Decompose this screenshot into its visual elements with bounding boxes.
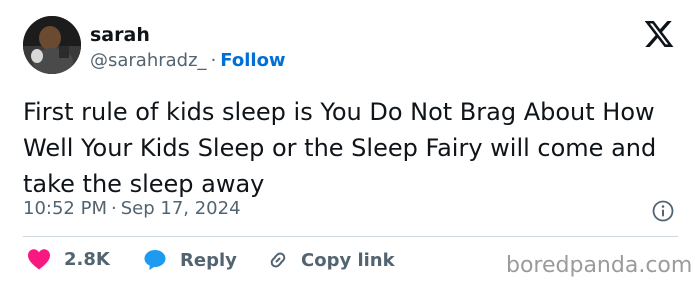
like-count: 2.8K	[64, 248, 110, 270]
divider	[23, 236, 678, 237]
info-icon[interactable]	[651, 199, 675, 223]
avatar[interactable]	[23, 16, 81, 74]
reply-label: Reply	[180, 249, 237, 271]
tweet-text: First rule of kids sleep is You Do Not B…	[23, 98, 657, 198]
follow-button[interactable]: Follow	[220, 50, 285, 71]
like-button[interactable]: 2.8K	[27, 248, 110, 270]
x-logo-icon[interactable]	[642, 18, 676, 50]
separator-dot: ·	[210, 50, 217, 71]
tweet-timestamp[interactable]: 10:52 PM · Sep 17, 2024	[23, 198, 241, 219]
heart-icon	[28, 249, 50, 270]
reply-button[interactable]: Reply	[143, 248, 237, 272]
watermark: boredpanda.com	[506, 253, 693, 278]
avatar-image	[23, 16, 81, 74]
handle-line: @sarahradz_ · Follow	[90, 50, 286, 71]
tweet-time: 10:52 PM	[23, 198, 107, 219]
speech-bubble-icon	[144, 250, 166, 270]
copy-link-button[interactable]: Copy link	[266, 248, 395, 272]
tweet-date: Sep 17, 2024	[120, 198, 241, 219]
display-name[interactable]: sarah	[90, 24, 150, 46]
user-handle[interactable]: @sarahradz_	[90, 50, 207, 71]
separator-dot: ·	[110, 198, 117, 219]
link-icon	[270, 252, 286, 268]
copy-link-label: Copy link	[301, 249, 395, 271]
